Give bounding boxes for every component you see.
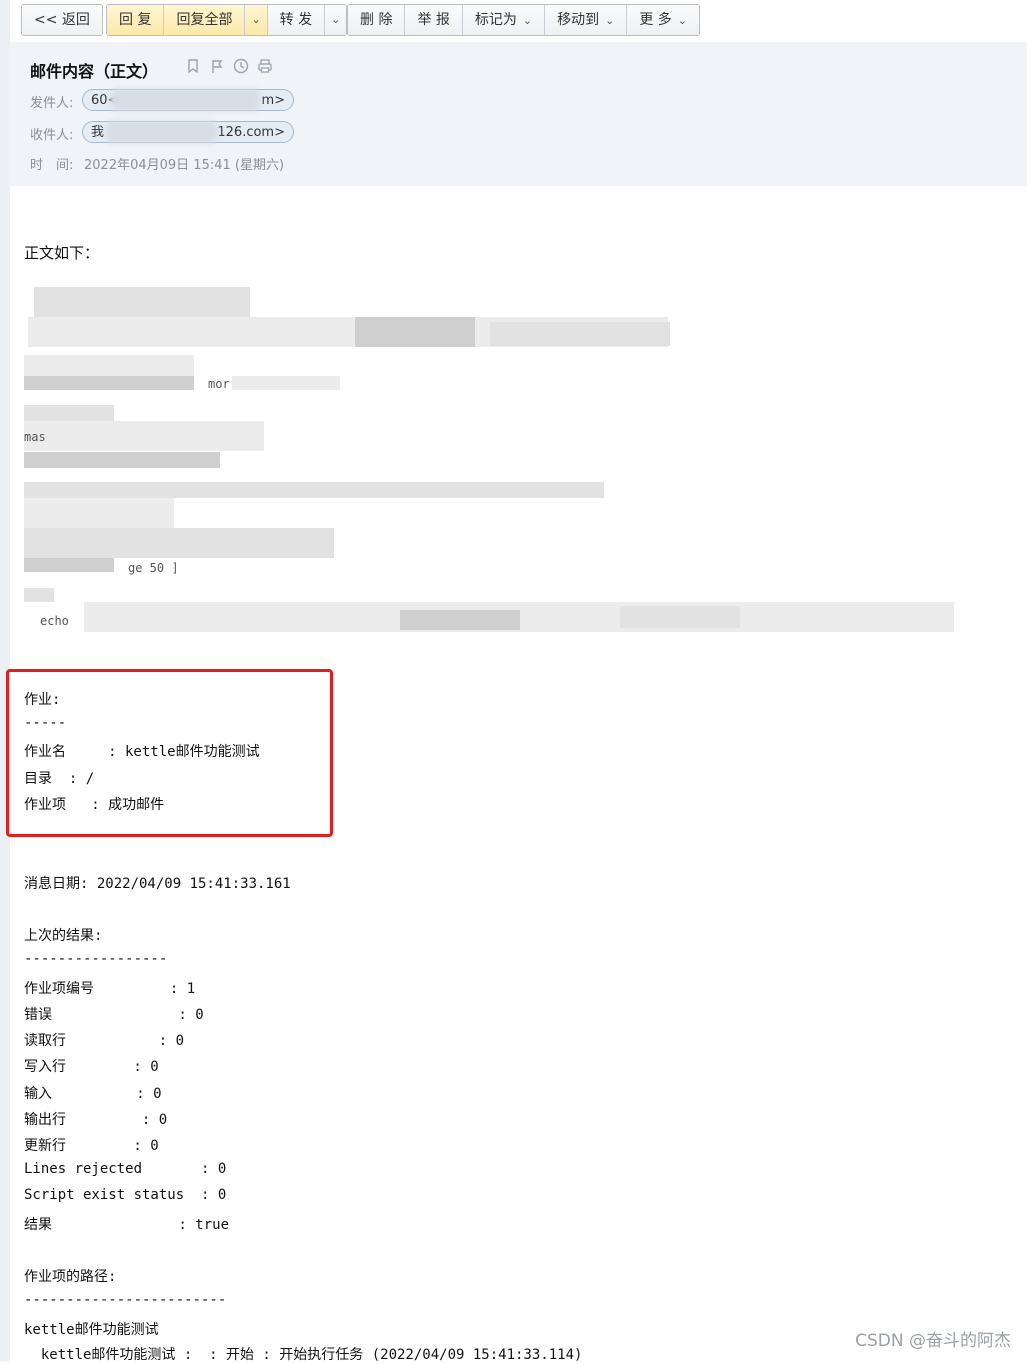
- mail-toolbar: << 返回 回 复 回复全部 ⌄ 转 发 ⌄ 删 除 举 报 标记为 ⌄ 移动到 ⌄…: [10, 0, 1027, 42]
- recipient-address-start: 我: [91, 125, 105, 140]
- chevron-down-icon: ⌄: [522, 14, 533, 27]
- redacted-sender: [110, 89, 260, 111]
- reply-button[interactable]: 回 复: [107, 5, 165, 35]
- redacted-recipient: [106, 121, 218, 143]
- job-line: 作业名 : kettle邮件功能测试: [24, 744, 260, 760]
- mail-header: 邮件内容（正文） 发件人: 60< m> 收件人: 我 126.com> 时 间…: [10, 42, 1027, 186]
- bookmark-icon[interactable]: [184, 58, 202, 76]
- reply-dropdown-chevron-icon[interactable]: ⌄: [245, 5, 268, 35]
- result-line: 作业项编号 : 1: [24, 981, 196, 997]
- mark-as-button[interactable]: 标记为 ⌄: [462, 5, 546, 35]
- result-line: 上次的结果:: [24, 928, 103, 944]
- chevron-down-icon: ⌄: [605, 14, 615, 27]
- path-line: ------------------------: [24, 1292, 227, 1308]
- result-line: 结果 : true: [24, 1217, 230, 1233]
- path-line: 作业项的路径:: [24, 1269, 117, 1285]
- job-line: 目录 : /: [24, 771, 95, 787]
- fragment-text: mas: [24, 430, 46, 444]
- reply-group: 回 复 回复全部 ⌄ 转 发 ⌄: [106, 4, 348, 36]
- job-line: -----: [24, 715, 67, 731]
- chevron-down-icon: ⌄: [677, 14, 688, 27]
- action-group: 删 除 举 报 标记为 ⌄ 移动到 ⌄ 更 多 ⌄: [347, 4, 701, 36]
- report-button[interactable]: 举 报: [405, 5, 463, 35]
- time-value: 2022年04月09日 15:41 (星期六): [84, 158, 285, 173]
- body-intro: 正文如下：: [24, 244, 100, 262]
- result-line: -----------------: [24, 951, 168, 967]
- back-group: << 返回: [21, 4, 103, 36]
- print-icon[interactable]: [256, 58, 274, 76]
- result-line: 写入行 : 0: [24, 1059, 159, 1075]
- flag-icon[interactable]: [208, 58, 226, 76]
- result-line: 输出行 : 0: [24, 1112, 168, 1128]
- path-line: kettle邮件功能测试 : : 开始 : 开始执行任务 (2022/04/09…: [24, 1347, 583, 1363]
- fragment-text: ge 50 ]: [128, 561, 179, 575]
- mail-subject: 邮件内容（正文）: [30, 62, 159, 81]
- watermark: CSDN @奋斗的阿杰: [855, 1331, 1011, 1351]
- result-line: 错误 : 0: [24, 1007, 204, 1023]
- forward-button[interactable]: 转 发: [267, 5, 326, 35]
- job-line: 作业:: [24, 692, 61, 708]
- result-line: 读取行 : 0: [24, 1033, 185, 1049]
- recipient-address-end: 126.com>: [217, 125, 285, 140]
- clock-icon[interactable]: [232, 58, 250, 76]
- message-date: 消息日期: 2022/04/09 15:41:33.161: [24, 876, 291, 892]
- path-line: kettle邮件功能测试: [24, 1322, 159, 1338]
- result-line: Script exist status : 0: [24, 1187, 227, 1203]
- back-button[interactable]: << 返回: [22, 5, 102, 35]
- time-label: 时 间:: [30, 158, 74, 173]
- to-label: 收件人:: [30, 128, 74, 143]
- mark-as-label: 标记为: [474, 12, 517, 28]
- fragment-text: echo: [40, 614, 69, 628]
- more-button[interactable]: 更 多 ⌄: [627, 5, 700, 35]
- more-label: 更 多: [639, 12, 672, 28]
- result-line: Lines rejected : 0: [24, 1161, 227, 1177]
- result-line: 更新行 : 0: [24, 1138, 159, 1154]
- subject-icons: [184, 58, 274, 76]
- move-to-button[interactable]: 移动到 ⌄: [545, 5, 628, 35]
- result-line: 输入 : 0: [24, 1086, 162, 1102]
- sender-address-end: m>: [261, 93, 285, 108]
- fragment-text: mor: [208, 377, 230, 391]
- from-label: 发件人:: [30, 96, 74, 111]
- forward-dropdown-chevron-icon[interactable]: ⌄: [325, 5, 347, 35]
- reply-all-button[interactable]: 回复全部: [164, 5, 246, 35]
- delete-button[interactable]: 删 除: [348, 5, 406, 35]
- job-line: 作业项 : 成功邮件: [24, 797, 165, 813]
- move-to-label: 移动到: [557, 12, 600, 28]
